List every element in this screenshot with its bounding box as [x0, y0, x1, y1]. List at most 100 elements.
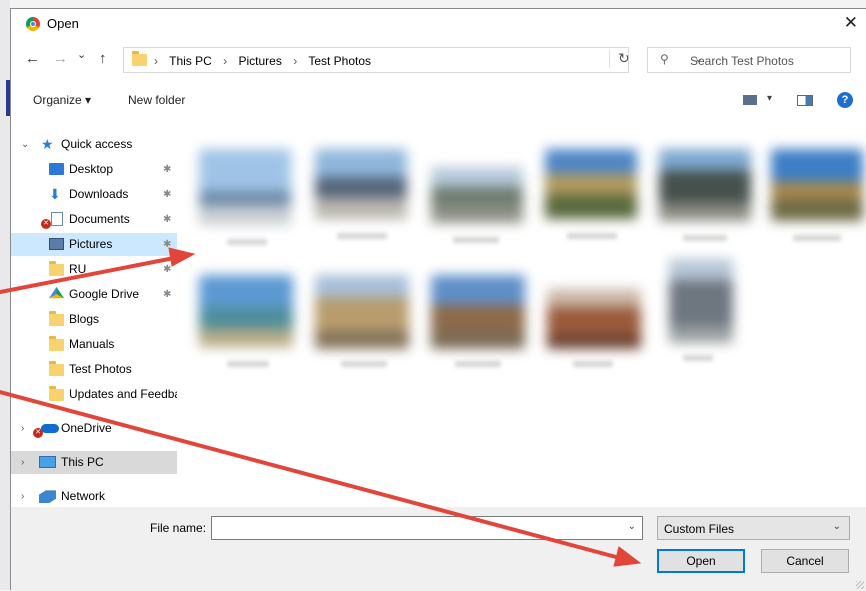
sidebar-item-desktop[interactable]: Desktop ✱: [11, 158, 177, 181]
new-folder-button[interactable]: New folder: [128, 93, 185, 107]
folder-icon: [49, 311, 64, 326]
folder-icon: [132, 51, 147, 66]
computer-icon: [39, 456, 56, 468]
expand-chevron-icon[interactable]: ›: [21, 451, 24, 474]
sidebar-item-manuals[interactable]: Manuals: [11, 333, 177, 356]
breadcrumb-separator: ›: [223, 54, 228, 68]
sidebar-item-label: Pictures: [69, 237, 113, 251]
sidebar-item-label: Blogs: [69, 312, 100, 326]
sidebar-item-onedrive[interactable]: › ✕ OneDrive: [11, 417, 177, 440]
sidebar-item-this-pc[interactable]: › This PC: [11, 451, 177, 474]
resize-grip-icon[interactable]: [856, 581, 864, 589]
sidebar-item-test-photos[interactable]: Test Photos: [11, 358, 177, 381]
desktop-icon: [49, 163, 64, 175]
pin-icon: ✱: [163, 164, 172, 175]
view-options-chevron-icon[interactable]: ▾: [767, 93, 772, 104]
sidebar-item-ru[interactable]: RU ✱: [11, 258, 177, 281]
command-toolbar: Organize ▾ New folder ▾ ?: [11, 89, 866, 111]
pin-icon: ✱: [163, 189, 172, 200]
google-drive-icon: [49, 287, 64, 299]
search-box[interactable]: ⚲ Search Test Photos: [647, 47, 851, 73]
sidebar-item-label: OneDrive: [61, 421, 112, 435]
photo-thumbnail[interactable]: [431, 167, 523, 223]
sidebar-item-label: Network: [61, 489, 106, 503]
navigation-row: ← → ⌄ ↑ › This PC › Pictures › Test Phot…: [11, 47, 866, 73]
address-bar[interactable]: › This PC › Pictures › Test Photos ⌄: [123, 47, 703, 73]
forward-arrow-icon[interactable]: →: [53, 50, 68, 67]
window-title: Open: [47, 16, 79, 31]
chrome-icon: [26, 17, 40, 31]
file-name-label: [793, 235, 841, 241]
breadcrumb-pictures[interactable]: Pictures: [239, 54, 282, 68]
documents-icon: [51, 212, 63, 226]
sidebar-item-label: Documents: [69, 212, 130, 226]
sidebar-item-label: Desktop: [69, 162, 114, 176]
sidebar-item-blogs[interactable]: Blogs: [11, 308, 177, 331]
expand-chevron-icon[interactable]: ⌄: [21, 133, 29, 156]
photo-thumbnail[interactable]: [545, 149, 637, 219]
photo-thumbnail[interactable]: [199, 149, 291, 225]
sidebar-item-label: RU: [69, 262, 87, 276]
sidebar-item-label: This PC: [61, 455, 104, 469]
photo-thumbnail[interactable]: [659, 149, 751, 221]
folder-icon: [49, 336, 64, 351]
pictures-icon: [49, 238, 64, 250]
file-name-field[interactable]: ⌄: [211, 516, 643, 540]
file-list-view: [187, 113, 866, 505]
photo-thumbnail[interactable]: [431, 275, 525, 349]
sync-error-icon: ✕: [33, 428, 43, 438]
expand-chevron-icon[interactable]: ›: [21, 485, 24, 508]
network-icon: [39, 490, 56, 503]
back-arrow-icon[interactable]: ←: [25, 50, 40, 67]
file-name-label: [683, 235, 727, 241]
breadcrumb-separator: ›: [154, 54, 158, 68]
pin-icon: ✱: [163, 289, 172, 300]
sidebar-item-google-drive[interactable]: Google Drive ✱: [11, 283, 177, 306]
close-icon[interactable]: ✕: [844, 13, 858, 33]
breadcrumb: › This PC › Pictures › Test Photos: [154, 54, 379, 68]
photo-thumbnail[interactable]: [547, 289, 641, 349]
open-button[interactable]: Open: [657, 549, 745, 573]
breadcrumb-test-photos[interactable]: Test Photos: [308, 54, 371, 68]
photo-thumbnail[interactable]: [315, 149, 407, 219]
pin-icon: ✱: [163, 239, 172, 250]
sidebar-item-label: Quick access: [61, 137, 133, 151]
file-name-label: [683, 355, 713, 361]
chevron-down-icon[interactable]: ⌄: [628, 521, 636, 532]
pin-icon: ✱: [163, 264, 172, 275]
recent-locations-chevron-icon[interactable]: ⌄: [77, 48, 86, 61]
file-type-value: Custom Files: [664, 522, 735, 536]
photo-thumbnail[interactable]: [771, 149, 863, 221]
star-icon: ★: [41, 136, 54, 152]
sidebar-item-downloads[interactable]: ⬇ Downloads ✱: [11, 183, 177, 206]
folder-icon: [49, 386, 64, 401]
file-name-label: [455, 361, 501, 367]
sidebar-item-documents[interactable]: ✕ Documents ✱: [11, 208, 177, 231]
cancel-button[interactable]: Cancel: [761, 549, 849, 573]
sidebar-item-quick-access[interactable]: ⌄ ★ Quick access: [11, 133, 177, 156]
file-name-label: [337, 233, 387, 239]
preview-pane-icon[interactable]: [797, 95, 813, 106]
help-icon[interactable]: ?: [837, 92, 853, 108]
file-name-label: [341, 361, 387, 367]
organize-menu-button[interactable]: Organize ▾: [33, 93, 91, 107]
refresh-icon[interactable]: ↻: [609, 50, 630, 68]
file-name-label: [567, 233, 617, 239]
sidebar-item-updates-and-feedback[interactable]: Updates and Feedba: [11, 383, 177, 406]
expand-chevron-icon[interactable]: ›: [21, 417, 24, 440]
open-file-dialog: Open ✕ ← → ⌄ ↑ › This PC › Pictures › Te…: [10, 8, 866, 591]
sync-error-icon: ✕: [41, 219, 51, 229]
file-type-select[interactable]: Custom Files ⌄: [657, 516, 850, 540]
file-name-label: [573, 361, 613, 367]
change-view-icon[interactable]: [743, 95, 757, 105]
sidebar-item-network[interactable]: › Network: [11, 485, 177, 508]
photo-thumbnail[interactable]: [669, 259, 733, 343]
search-icon: ⚲: [660, 52, 669, 66]
breadcrumb-separator: ›: [293, 54, 298, 68]
photo-thumbnail[interactable]: [199, 275, 293, 347]
file-name-label: [227, 361, 269, 367]
breadcrumb-this-pc[interactable]: This PC: [169, 54, 212, 68]
sidebar-item-pictures[interactable]: Pictures ✱: [11, 233, 177, 256]
photo-thumbnail[interactable]: [315, 275, 409, 349]
up-arrow-icon[interactable]: ↑: [99, 50, 107, 67]
